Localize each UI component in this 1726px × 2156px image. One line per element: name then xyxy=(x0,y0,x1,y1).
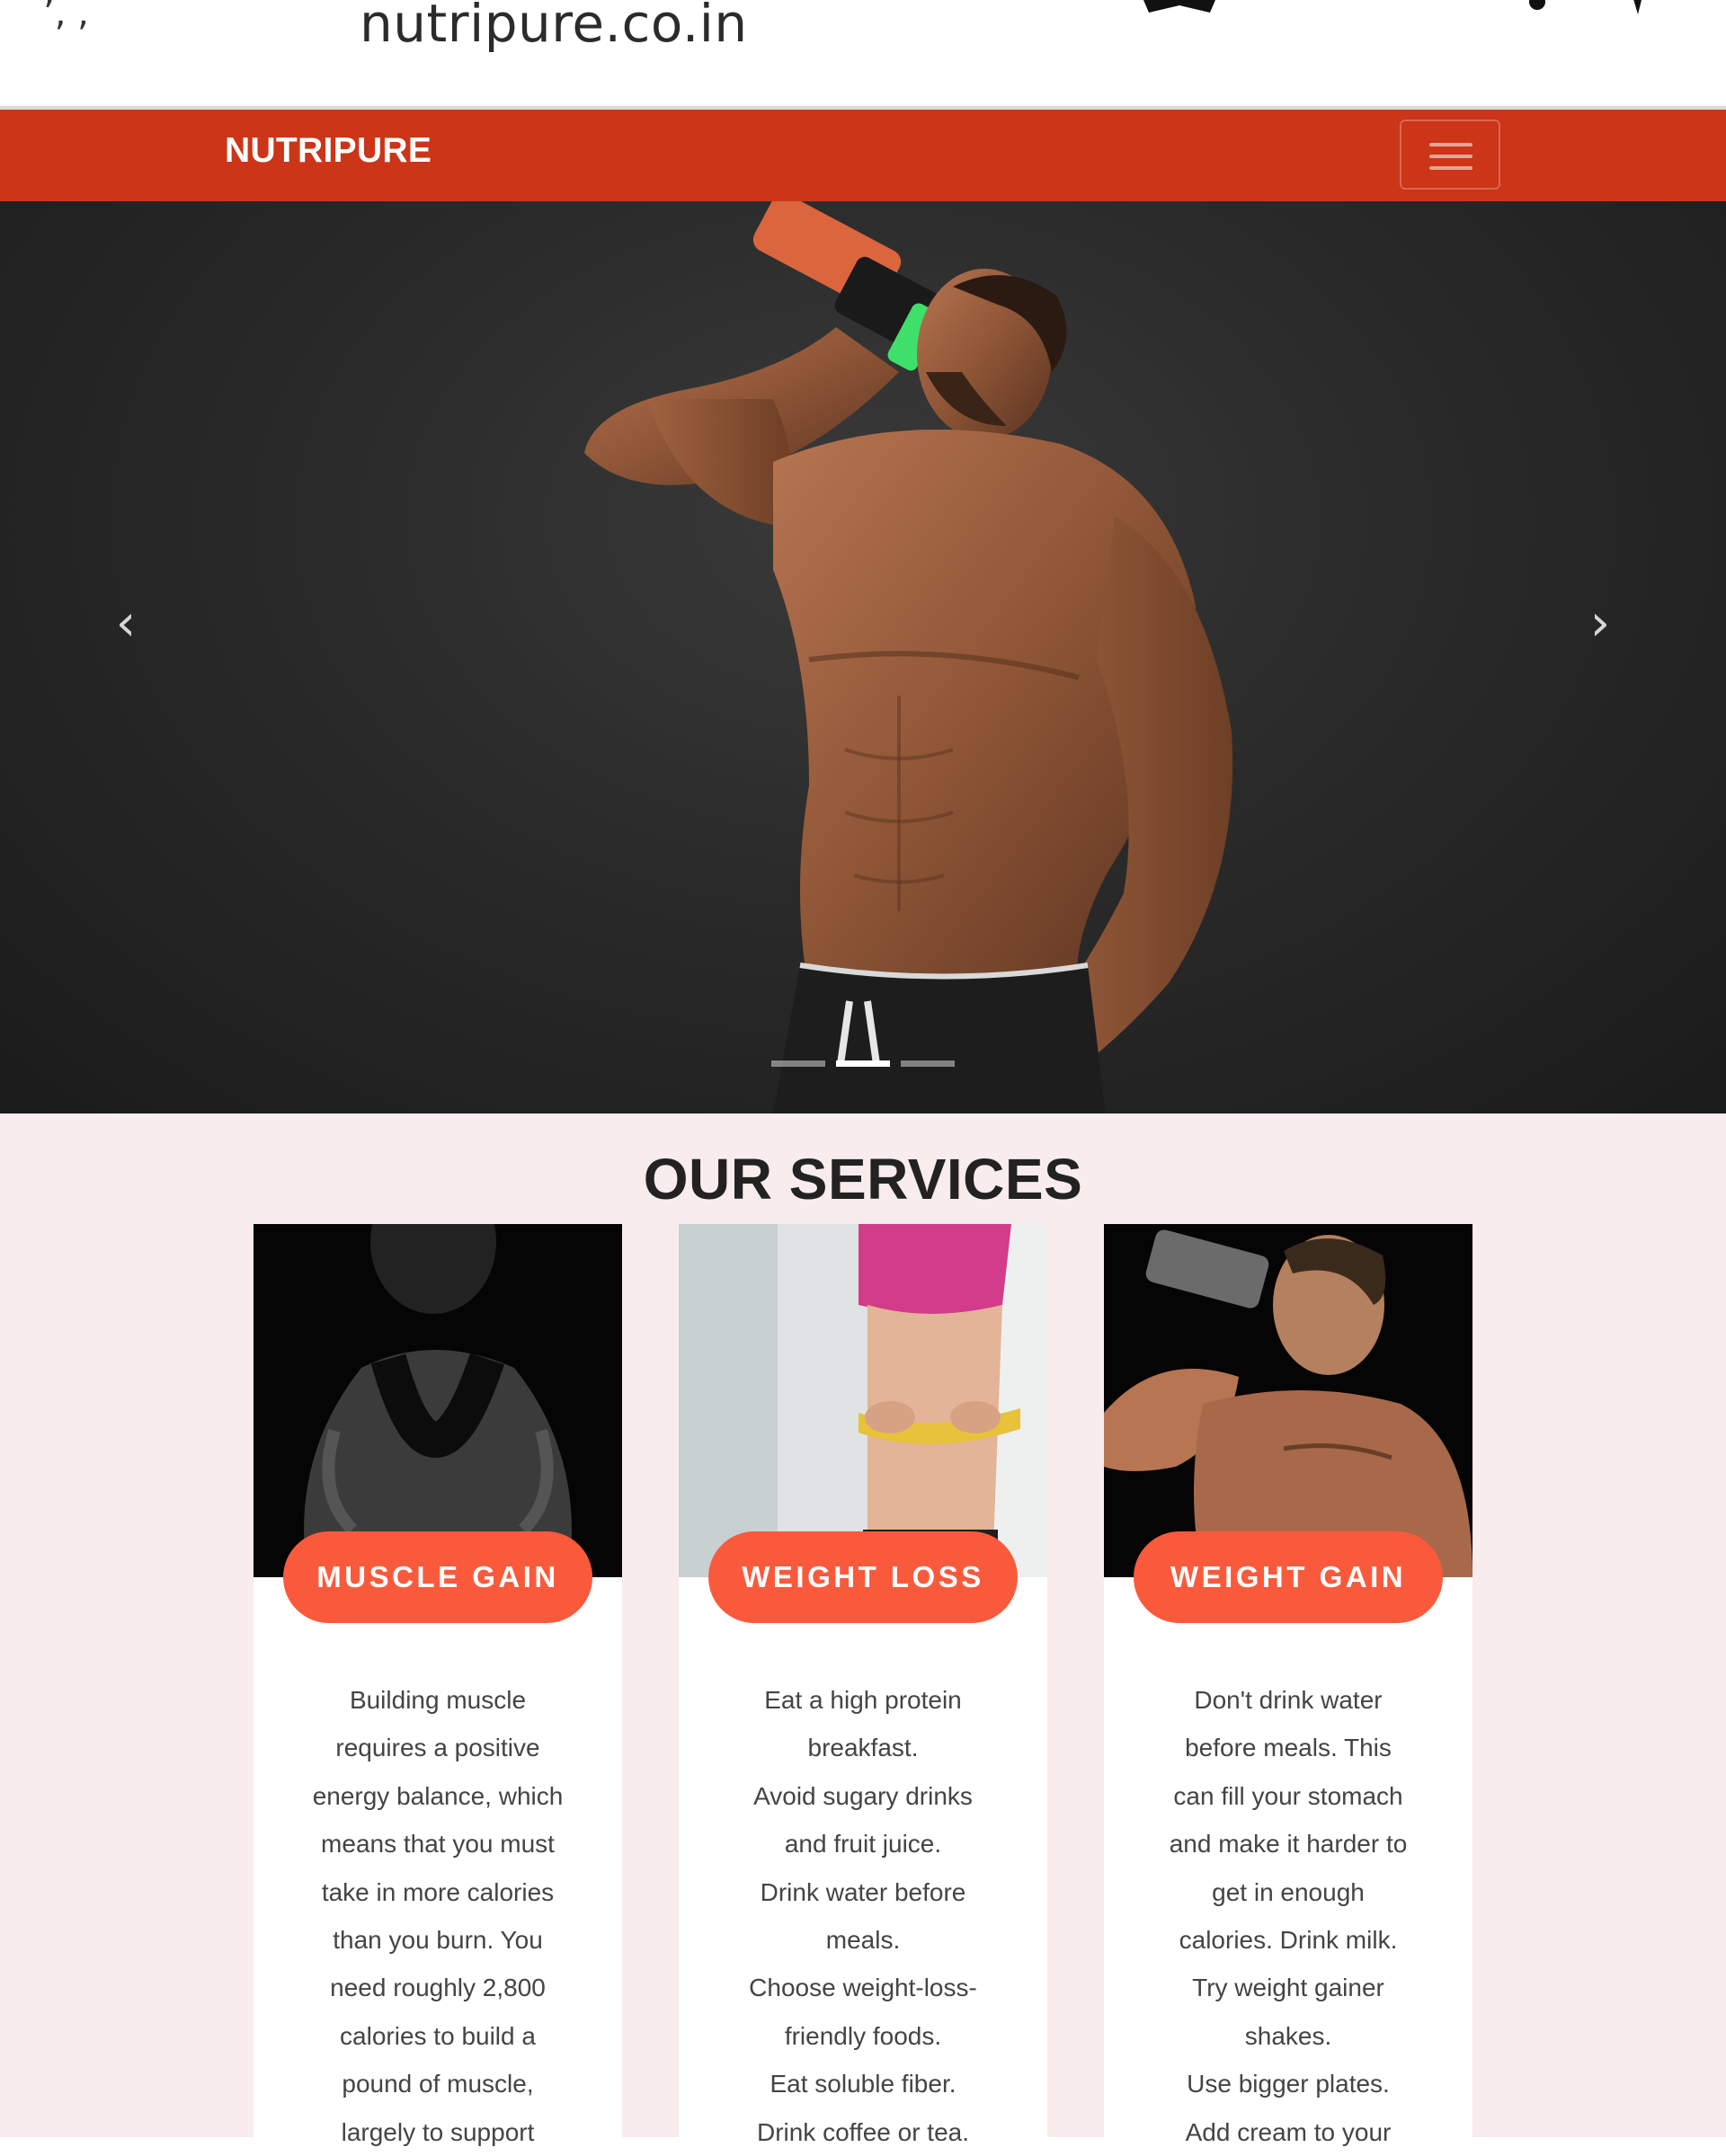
bookmark-icon[interactable] xyxy=(1143,0,1215,13)
service-card-weight-gain: WEIGHT GAIN Don't drink water before mea… xyxy=(1104,1224,1472,2146)
carousel-prev-button[interactable]: ‹ xyxy=(90,588,162,660)
description-line: Eat a high protein xyxy=(764,1686,962,1714)
description-line: calories. Drink milk. xyxy=(1179,1926,1398,1955)
muscle-gain-description: Building muscle requires a positive ener… xyxy=(298,1676,577,2156)
weight-loss-description: Eat a high protein breakfast. Avoid suga… xyxy=(724,1676,1002,2156)
brand-logo[interactable]: NUTRIPURE xyxy=(225,131,432,171)
description-line: friendly foods. xyxy=(784,2021,942,2050)
description-line: means that you must xyxy=(321,1830,555,1859)
menu-toggle-button[interactable] xyxy=(1400,120,1500,190)
hamburger-line xyxy=(1429,166,1472,170)
weight-gain-description: Don't drink water before meals. This can… xyxy=(1149,1676,1428,2156)
description-line: Don't drink water xyxy=(1194,1686,1383,1714)
carousel-indicator-active[interactable] xyxy=(836,1060,890,1067)
description-line: requires a positive xyxy=(335,1734,540,1762)
description-line: and make it harder to xyxy=(1169,1830,1408,1859)
description-line: shakes. xyxy=(1244,2021,1332,2050)
services-section: OUR SERVICES MUSCLE GAIN Building muscle… xyxy=(0,1113,1726,2146)
service-card-weight-loss: WEIGHT LOSS Eat a high protein breakfast… xyxy=(679,1224,1047,2146)
section-title: OUR SERVICES xyxy=(643,1147,1083,1211)
description-line: Eat soluble fiber. xyxy=(770,2070,956,2098)
description-line: before meals. This xyxy=(1185,1734,1392,1762)
description-line: Drink coffee or tea. xyxy=(756,2117,970,2146)
description-line: energy balance, which xyxy=(312,1781,564,1810)
description-line: Try weight gainer xyxy=(1192,1974,1384,2002)
cropped-text-icon xyxy=(1529,0,1641,14)
hamburger-line xyxy=(1429,155,1472,158)
weight-loss-image xyxy=(679,1224,1047,1577)
carousel-indicators xyxy=(771,1060,955,1067)
description-line: Use bigger plates. xyxy=(1187,2070,1390,2098)
description-line: breakfast. xyxy=(807,1734,919,1762)
description-line: calories to build a xyxy=(340,2021,536,2050)
description-line: largely to support xyxy=(341,2117,535,2146)
hamburger-line xyxy=(1429,143,1472,146)
description-line: Add cream to your xyxy=(1185,2117,1392,2146)
weight-gain-image xyxy=(1104,1224,1472,1577)
hero-carousel: ‹ › xyxy=(0,201,1726,1113)
site-url[interactable]: nutripure.co.in xyxy=(360,0,748,54)
weight-gain-button[interactable]: WEIGHT GAIN xyxy=(1134,1531,1443,1623)
corner-mark: ’, , xyxy=(43,0,89,34)
muscle-gain-button[interactable]: MUSCLE GAIN xyxy=(283,1531,592,1623)
hero-athlete-image xyxy=(584,201,1233,1113)
description-line: can fill your stomach xyxy=(1173,1781,1403,1810)
description-line: take in more calories xyxy=(321,1877,555,1906)
description-line: need roughly 2,800 xyxy=(330,1974,546,2002)
description-line: and fruit juice. xyxy=(784,1830,942,1859)
description-line: meals. xyxy=(825,1926,901,1955)
carousel-next-button[interactable]: › xyxy=(1564,588,1636,660)
description-line: pound of muscle, xyxy=(342,2070,534,2098)
navbar: NUTRIPURE xyxy=(0,106,1726,201)
muscle-gain-image xyxy=(254,1224,622,1577)
description-line: Building muscle xyxy=(349,1686,527,1714)
description-line: Drink water before xyxy=(760,1877,966,1906)
service-card-muscle-gain: MUSCLE GAIN Building muscle requires a p… xyxy=(254,1224,622,2146)
description-line: get in enough xyxy=(1212,1877,1365,1906)
carousel-indicator[interactable] xyxy=(771,1060,825,1067)
url-strip: ’, , nutripure.co.in xyxy=(0,0,1726,103)
description-line: Avoid sugary drinks xyxy=(753,1781,973,1810)
description-line: than you burn. You xyxy=(333,1926,543,1955)
weight-loss-button[interactable]: WEIGHT LOSS xyxy=(708,1531,1018,1623)
description-line: Choose weight-loss- xyxy=(749,1974,977,2002)
carousel-indicator[interactable] xyxy=(901,1060,955,1067)
